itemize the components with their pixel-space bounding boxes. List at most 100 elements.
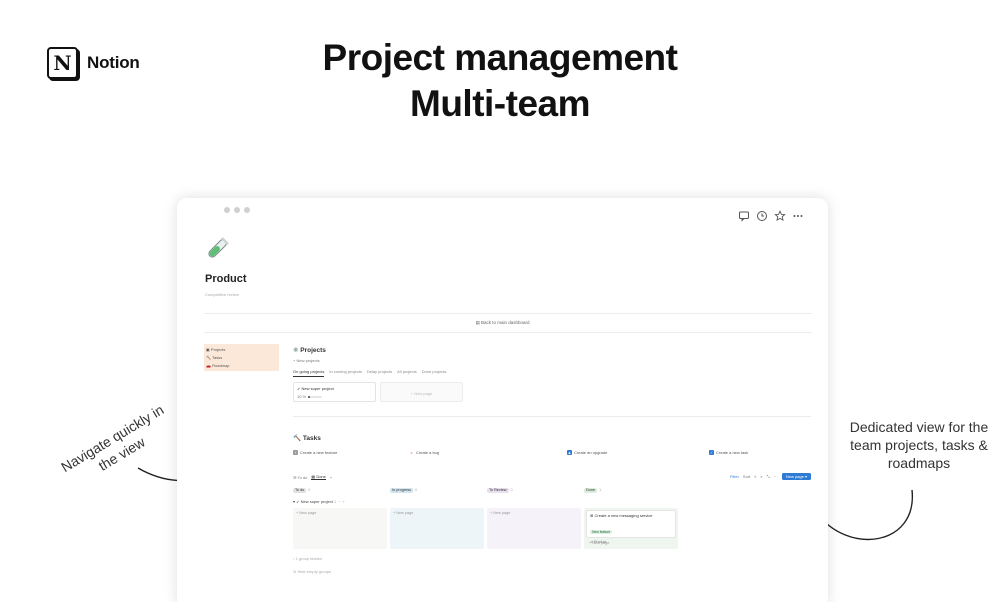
board-columns: + New page + New page + New page ⊞ Creat… [293, 508, 678, 549]
project-card[interactable]: ➶ New super project 10 % [293, 382, 376, 402]
bug-x-icon: × [409, 450, 414, 455]
tab-delay-projects[interactable]: Delay projects [367, 369, 392, 377]
main-content: ✺ Projects + New projects On going proje… [291, 344, 811, 602]
projects-icon: ▣ [206, 347, 210, 352]
new-page-item[interactable]: + New page [393, 511, 481, 515]
action-label: Create a new task [716, 450, 749, 455]
window-dot-icon[interactable] [234, 207, 240, 213]
window-controls [224, 207, 250, 213]
action-label: Create a new feature [300, 450, 338, 455]
brand: N Notion [47, 47, 140, 79]
hidden-groups-toggle[interactable]: › 1 group hidden [293, 556, 322, 561]
sort-button[interactable]: Sort [743, 474, 750, 479]
window-dot-icon[interactable] [244, 207, 250, 213]
progress-label: 10 % [297, 394, 307, 399]
tab-all-projects[interactable]: All projects [397, 369, 417, 377]
add-view-icon[interactable]: + [330, 475, 332, 480]
column-header-done: Done 1 [584, 486, 678, 494]
sidebar-item-label: Tasks [212, 355, 223, 360]
sidebar: ▣ Projects 🔨 Tasks 🚗 Roadmap [204, 344, 279, 371]
expand-icon[interactable]: ⤡ [767, 474, 770, 479]
column-header-to-review: To Review 0 [487, 486, 581, 494]
hide-empty-groups-toggle[interactable]: ⊘ Hide empty groups [293, 569, 331, 574]
project-card-title: ➶ New super project [297, 386, 372, 391]
create-feature-button[interactable]: + Create a new feature [293, 450, 337, 455]
status-pill: To do [293, 487, 307, 493]
chevron-down-icon: ▾ [804, 474, 807, 479]
divider [293, 416, 811, 417]
column-count: 0 [308, 488, 311, 492]
window-dot-icon[interactable] [224, 207, 230, 213]
new-page-button[interactable]: New page ▾ [781, 473, 811, 480]
tab-on-going-projects[interactable]: On going projects [293, 369, 325, 377]
action-label: Create a bug [416, 450, 440, 455]
project-progress: 10 % [297, 394, 372, 399]
tasks-section-title: 🔨 Tasks [293, 434, 321, 442]
tasks-toolbar: Filter Sort ϟ ⌕ ⤡ ··· New page ▾ [730, 473, 811, 480]
tab-done-projects[interactable]: Done projects [422, 369, 447, 377]
page-subtitle: Competitive review [205, 292, 239, 297]
task-title-text: Create a new messaging service [594, 513, 653, 518]
tab-label: Done [316, 474, 326, 479]
new-page-text: New page [592, 541, 610, 545]
projects-view-tabs: On going projects In coming projects Del… [293, 369, 446, 377]
progress-track [308, 395, 323, 398]
sidebar-item-label: Roadmap [212, 363, 230, 368]
action-label: Create an upgrade [574, 450, 608, 455]
comment-icon[interactable] [738, 210, 750, 222]
new-page-item[interactable]: + New page [490, 511, 578, 515]
more-icon[interactable]: ··· [337, 499, 341, 504]
headline-line-1: Project management [322, 37, 678, 78]
hammer-icon: 🔨 [293, 435, 303, 442]
column-count: 1 [599, 488, 602, 492]
more-icon[interactable] [792, 210, 804, 222]
group-count: 1 [333, 499, 337, 504]
status-pill: In progress [390, 487, 413, 493]
plus-icon: + [293, 450, 298, 455]
projects-title-text: Projects [300, 347, 326, 354]
column-header-in-progress: In progress 0 [390, 486, 484, 494]
upgrade-icon: ▲ [567, 450, 572, 455]
new-page-label: + New page [410, 391, 433, 396]
column-count: 0 [510, 488, 513, 492]
new-page-button-label: New page [785, 474, 804, 479]
lightning-icon[interactable]: ϟ [754, 474, 756, 479]
sidebar-item-roadmap[interactable]: 🚗 Roadmap [206, 362, 277, 370]
divider [204, 313, 812, 314]
column-header-to-do: To do 0 [293, 486, 387, 494]
new-page-text: New page [396, 511, 414, 515]
tasks-view-tabs: ☰ To do ▦ Done + [293, 474, 332, 480]
search-icon[interactable]: ⌕ [760, 474, 762, 479]
create-bug-button[interactable]: × Create a bug [409, 450, 439, 455]
star-icon[interactable] [774, 210, 786, 222]
tab-to-do[interactable]: ☰ To do [293, 475, 307, 480]
filter-button[interactable]: Filter [730, 474, 739, 479]
task-card[interactable]: ⊞ Create a new messaging service New fea… [586, 510, 676, 544]
back-to-dashboard-link[interactable]: ▤ Back to main dashboard [177, 320, 828, 326]
checkbox-icon: ✓ [709, 450, 714, 455]
board-column-done: ⊞ Create a new messaging service New fea… [584, 508, 678, 549]
new-page-text: New page [299, 511, 317, 515]
board-column-in-progress: + New page [390, 508, 484, 549]
notion-logo-icon: N [47, 47, 78, 79]
new-projects-label: New projects [296, 358, 320, 363]
tasks-title-text: Tasks [302, 435, 321, 442]
new-page-item[interactable]: + New page [296, 511, 384, 515]
new-page-card[interactable]: + New page [380, 382, 463, 402]
create-upgrade-button[interactable]: ▲ Create an upgrade [567, 450, 607, 455]
plus-icon[interactable]: + [342, 499, 344, 504]
tab-done[interactable]: ▦ Done [311, 474, 326, 480]
create-task-button[interactable]: ✓ Create a new task [709, 450, 748, 455]
app-window: Product Competitive review ▤ Back to mai… [177, 198, 828, 602]
brand-name: Notion [87, 53, 140, 72]
group-header[interactable]: ▾ ➶ New super project 1 ··· + [293, 499, 345, 504]
sidebar-item-projects[interactable]: ▣ Projects [206, 346, 277, 354]
new-page-item[interactable]: + New page [589, 541, 609, 545]
clock-icon[interactable] [756, 210, 768, 222]
tab-in-coming-projects[interactable]: In coming projects [329, 369, 361, 377]
sidebar-item-tasks[interactable]: 🔨 Tasks [206, 354, 277, 362]
more-icon[interactable]: ··· [774, 474, 778, 479]
board-column-to-review: + New page [487, 508, 581, 549]
progress-fill [308, 395, 310, 398]
new-projects-button[interactable]: + New projects [293, 358, 320, 363]
